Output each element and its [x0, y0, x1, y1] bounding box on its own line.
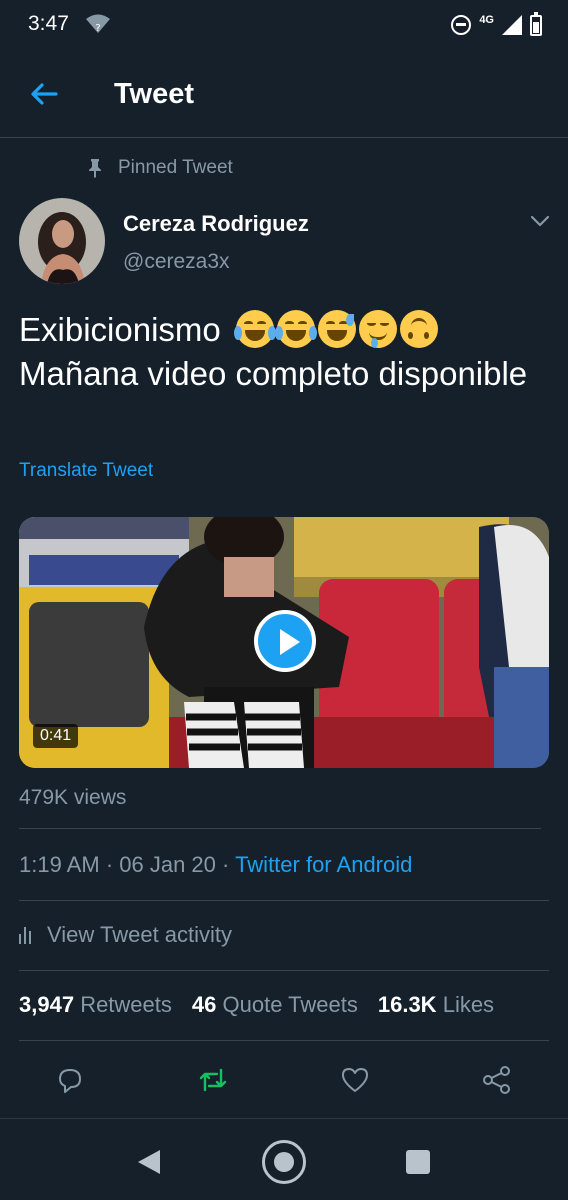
signal-icon [502, 15, 522, 35]
divider [19, 828, 541, 829]
retweet-icon[interactable] [197, 1064, 229, 1096]
sweat-smile-emoji [317, 310, 356, 349]
pinned-label: Pinned Tweet [118, 157, 233, 178]
nav-home-icon[interactable] [262, 1140, 306, 1184]
page-title: Tweet [114, 78, 195, 110]
analytics-icon [19, 926, 37, 944]
joy-emoji [233, 310, 276, 349]
view-count: 479K views [19, 786, 127, 809]
emoji-row [233, 310, 438, 349]
divider [19, 900, 549, 901]
tweet-timestamp: 1:19 AM · 06 Jan 20 · [19, 852, 236, 877]
translate-tweet-link[interactable]: Translate Tweet [19, 460, 153, 482]
likes-count: 16.3K [377, 992, 437, 1017]
quotes-stat[interactable]: 46 Quote Tweets [192, 992, 358, 1018]
quotes-count: 46 [191, 992, 217, 1017]
upside-down-emoji [399, 310, 438, 349]
video-duration: 0:41 [33, 724, 79, 748]
retweets-label: Retweets [80, 992, 172, 1017]
dnd-icon [451, 15, 472, 35]
play-button[interactable] [254, 610, 316, 672]
quotes-label: Quote Tweets [222, 992, 358, 1017]
video-player[interactable]: 0:41 [19, 517, 549, 768]
activity-label: View Tweet activity [47, 922, 233, 947]
author-name[interactable]: Cereza Rodriguez [123, 211, 309, 237]
system-nav-bar [0, 1118, 568, 1200]
divider [19, 970, 549, 971]
status-time: 3:47 [28, 12, 69, 35]
engagement-stats: 3,947 Retweets 46 Quote Tweets 16.3K Lik… [19, 992, 494, 1018]
joy-emoji [274, 310, 317, 349]
tweet-text-line1: Exibicionismo [19, 311, 221, 348]
tweet-actions [0, 1040, 568, 1118]
likes-stat[interactable]: 16.3K Likes [378, 992, 494, 1018]
author-handle[interactable]: @cereza3x [123, 250, 230, 274]
tweet-text-rest: Mañana video completo disponible [19, 355, 528, 392]
wifi-icon: ? [86, 14, 110, 34]
status-icons: 4G [451, 11, 542, 38]
network-type: 4G [479, 14, 494, 26]
top-app-bar: Tweet [0, 50, 568, 138]
like-icon[interactable] [339, 1064, 371, 1096]
pin-icon [89, 159, 101, 178]
arrow-left-icon[interactable] [22, 74, 66, 114]
reply-icon[interactable] [54, 1064, 86, 1096]
pinned-indicator: Pinned Tweet [86, 157, 233, 179]
status-bar: 3:47 ? 4G [0, 0, 568, 50]
wifi-badge: ? [95, 23, 100, 34]
retweets-stat[interactable]: 3,947 Retweets [19, 992, 172, 1018]
view-tweet-activity[interactable]: View Tweet activity [19, 922, 232, 948]
tweet-meta: 1:19 AM · 06 Jan 20 · Twitter for Androi… [19, 852, 412, 878]
chevron-down-icon[interactable] [528, 212, 552, 230]
tweet-text: Exibicionismo Mañana video completo disp… [19, 308, 549, 396]
tweet-source-link[interactable]: Twitter for Android [235, 852, 412, 877]
battery-icon [530, 11, 542, 36]
share-icon[interactable] [481, 1064, 513, 1096]
nav-back-icon[interactable] [136, 1149, 162, 1175]
drooling-emoji [358, 310, 397, 349]
retweets-count: 3,947 [19, 992, 75, 1017]
nav-recents-icon[interactable] [406, 1150, 430, 1174]
likes-label: Likes [442, 992, 495, 1017]
avatar[interactable] [19, 198, 105, 284]
